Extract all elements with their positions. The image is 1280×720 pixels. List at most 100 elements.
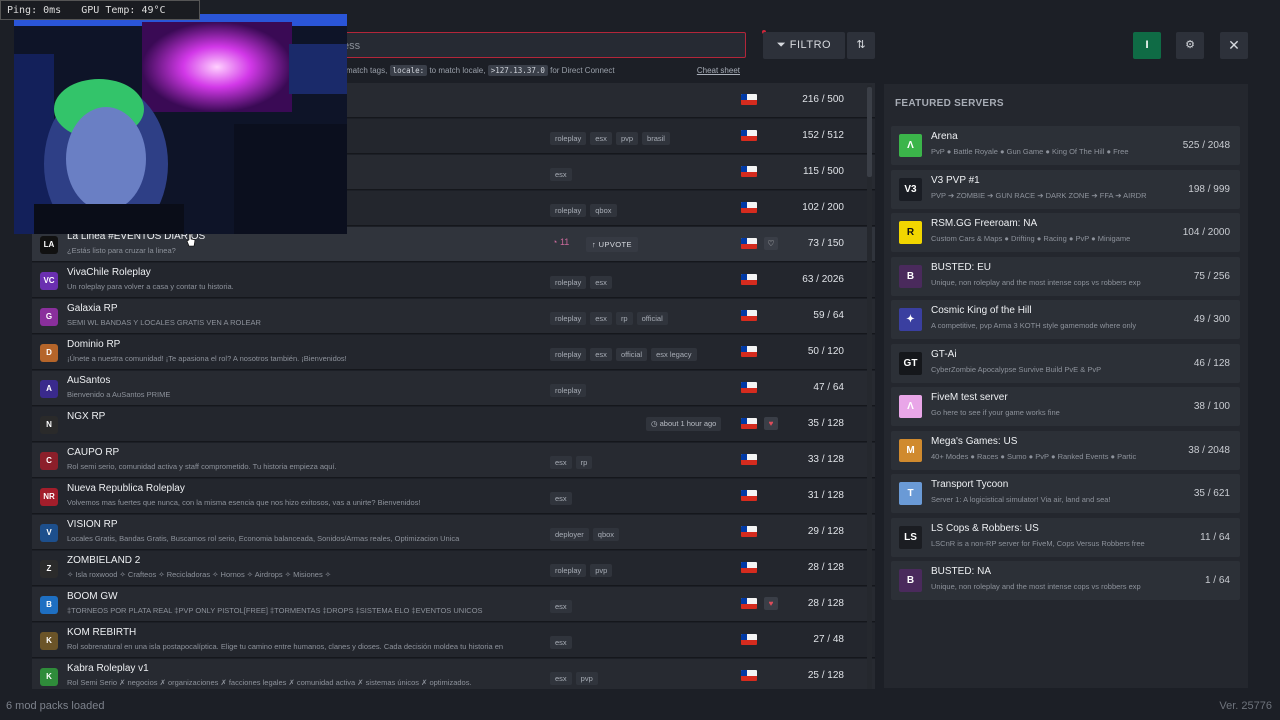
featured-server-card[interactable]: GT GT-Ai CyberZombie Apocalypse Survive Bu… — [891, 343, 1240, 383]
chile-flag-icon — [741, 382, 757, 393]
last-seen-badge: ◷ about 1 hour ago — [646, 417, 722, 431]
chile-flag-icon — [741, 310, 757, 321]
flag-canton — [741, 346, 747, 352]
server-tag[interactable]: roleplay — [550, 204, 587, 217]
featured-server-card[interactable]: B BUSTED: NA Unique, non roleplay and the … — [891, 561, 1240, 600]
server-row[interactable]: K KOM REBIRTH Rol sobrenatural en una isla… — [32, 623, 875, 658]
server-tag[interactable]: brasil — [642, 132, 670, 145]
server-tag[interactable]: roleplay — [550, 564, 587, 577]
player-count: 28 / 128 — [807, 562, 844, 573]
featured-logo-icon: GT — [899, 351, 922, 375]
sort-button[interactable]: ⇅ — [847, 32, 875, 59]
server-tag[interactable]: esx — [550, 492, 572, 505]
featured-server-card[interactable]: R RSM.GG Freeroam: NA Custom Cars & Maps ●… — [891, 213, 1240, 252]
hint-code-ip: >127.13.37.0 — [487, 65, 548, 76]
search-input[interactable]: ess — [330, 32, 746, 58]
server-tag[interactable]: roleplay — [550, 276, 587, 289]
server-tag[interactable]: qbox — [592, 528, 620, 541]
server-logo-icon: B — [40, 596, 58, 614]
featured-server-name: BUSTED: NA — [931, 566, 992, 577]
chile-flag-icon — [741, 454, 757, 465]
server-row[interactable]: V VISION RP Locales Gratis, Bandas Gratis,… — [32, 515, 875, 550]
server-row[interactable]: C CAUPO RP Rol semi serio, comunidad activ… — [32, 443, 875, 478]
server-row[interactable]: G Galaxia RP SEMI WL BANDAS Y LOCALES GRAT… — [32, 299, 875, 334]
server-row[interactable]: VC VivaChile Roleplay Un roleplay para vol… — [32, 263, 875, 298]
server-row[interactable]: K Kabra Roleplay v1 Rol Semi Serio ✗ negoc… — [32, 659, 875, 689]
featured-server-card[interactable]: T Transport Tycoon Server 1: A logicistica… — [891, 474, 1240, 513]
search-hints: match tags, locale: to match locale, >12… — [346, 64, 746, 78]
featured-player-count: 11 / 64 — [1200, 531, 1230, 543]
server-tag[interactable]: esx — [550, 636, 572, 649]
server-tag[interactable]: qbox — [590, 204, 617, 217]
server-tag[interactable]: deployer — [550, 528, 589, 541]
chile-flag-icon — [741, 418, 757, 429]
server-tag[interactable]: pvp — [590, 564, 613, 577]
featured-server-card[interactable]: ✦ Cosmic King of the Hill A competitive, p… — [891, 300, 1240, 339]
server-logo-icon: G — [40, 308, 58, 326]
featured-logo-icon: T — [899, 482, 922, 505]
webcam-image — [14, 14, 347, 234]
server-tag[interactable]: esx — [550, 456, 572, 469]
server-tag[interactable]: esx legacy — [651, 348, 697, 361]
server-description: ✧ Isla roxwood ✧ Crafteos ✧ Recicladoras… — [67, 570, 332, 579]
featured-player-count: 75 / 256 — [1193, 270, 1230, 282]
chile-flag-icon — [741, 166, 757, 177]
server-name: Galaxia RP — [67, 303, 118, 314]
featured-player-count: 49 / 300 — [1193, 314, 1230, 325]
server-tag[interactable]: roleplay — [550, 348, 587, 361]
server-name: Nueva Republica Roleplay — [67, 483, 185, 494]
clock-icon: ◷ — [651, 419, 660, 428]
server-tag[interactable]: esx — [590, 132, 612, 145]
server-description: Rol Semi Serio ✗ negocios ✗ organizacion… — [67, 678, 472, 687]
server-row[interactable]: B BOOM GW ‡TORNEOS POR PLATA REAL ‡PVP ONL… — [32, 587, 875, 622]
server-description: SEMI WL BANDAS Y LOCALES GRATIS VEN A RO… — [67, 318, 261, 327]
cheat-sheet-link[interactable]: Cheat sheet — [697, 64, 740, 78]
settings-button[interactable]: ⚙ — [1176, 32, 1204, 59]
featured-server-card[interactable]: V3 V3 PVP #1 PVP ➔ ZOMBIE ➔ GUN RACE ➔ DAR… — [891, 169, 1240, 209]
filter-button[interactable]: ⏷ FILTRO — [763, 32, 845, 59]
player-count: 29 / 128 — [807, 526, 844, 537]
scrollbar-thumb[interactable] — [867, 87, 872, 177]
server-tag[interactable]: pvp — [615, 132, 639, 145]
player-count: 59 / 64 — [813, 310, 844, 321]
flag-stripe-red — [741, 495, 757, 501]
server-name: Dominio RP — [67, 339, 121, 350]
featured-server-card[interactable]: B BUSTED: EU Unique, non roleplay and the … — [891, 256, 1240, 296]
flag-stripe-red — [741, 675, 757, 681]
status-button[interactable]: I — [1133, 32, 1161, 59]
upvote-button[interactable]: ↑ UPVOTE — [586, 237, 638, 252]
server-tag[interactable]: roleplay — [550, 384, 587, 397]
server-tag[interactable]: roleplay — [550, 312, 587, 325]
close-button[interactable]: ✕ — [1220, 32, 1248, 59]
featured-server-card[interactable]: Λ Arena PvP ● Battle Royale ● Gun Game ● K… — [891, 126, 1240, 165]
flag-stripe-red — [741, 243, 757, 249]
server-row[interactable]: N NGX RP ◷ about 1 hour ago ♥ 35 / 128 — [32, 407, 875, 442]
featured-server-card[interactable]: LS LS Cops & Robbers: US LSCnR is a non-RP… — [891, 517, 1240, 557]
server-row[interactable]: A AuSantos Bienvenido a AuSantos PRIME role… — [32, 371, 875, 406]
server-logo-icon: K — [40, 668, 58, 686]
server-tag[interactable]: esx — [590, 276, 612, 289]
server-tag[interactable]: esx — [550, 600, 572, 613]
featured-logo-icon: B — [899, 264, 922, 288]
server-tag[interactable]: rp — [615, 312, 633, 325]
featured-server-card[interactable]: M Mega's Games: US 40+ Modes ● Races ● Sum… — [891, 430, 1240, 470]
server-row[interactable]: Z ZOMBIELAND 2 ✧ Isla roxwood ✧ Crafteos ✧… — [32, 551, 875, 586]
server-tag[interactable]: official — [636, 312, 668, 325]
server-tag[interactable]: official — [615, 348, 648, 361]
server-tag[interactable]: roleplay — [550, 132, 587, 145]
chile-flag-icon — [741, 346, 757, 357]
featured-server-card[interactable]: Λ FiveM test server Go here to see if your… — [891, 387, 1240, 426]
player-count: 152 / 512 — [802, 130, 844, 141]
server-tag[interactable]: esx — [550, 168, 572, 181]
featured-logo-icon: M — [899, 438, 922, 462]
featured-server-description: 40+ Modes ● Races ● Sumo ● PvP ● Ranked … — [931, 451, 1137, 461]
server-tag[interactable]: pvp — [575, 672, 598, 685]
server-row[interactable]: D Dominio RP ¡Únete a nuestra comunidad! ¡… — [32, 335, 875, 370]
server-tag[interactable]: rp — [575, 456, 593, 469]
server-tag[interactable]: esx — [590, 312, 612, 325]
server-tag[interactable]: esx — [550, 672, 572, 685]
server-description: Rol sobrenatural en una isla postapocalí… — [67, 642, 504, 651]
server-tag[interactable]: esx — [590, 348, 612, 361]
server-description: Locales Gratis, Bandas Gratis, Buscamos … — [67, 534, 460, 543]
server-row[interactable]: NR Nueva Republica Roleplay Volvemos mas f… — [32, 479, 875, 514]
